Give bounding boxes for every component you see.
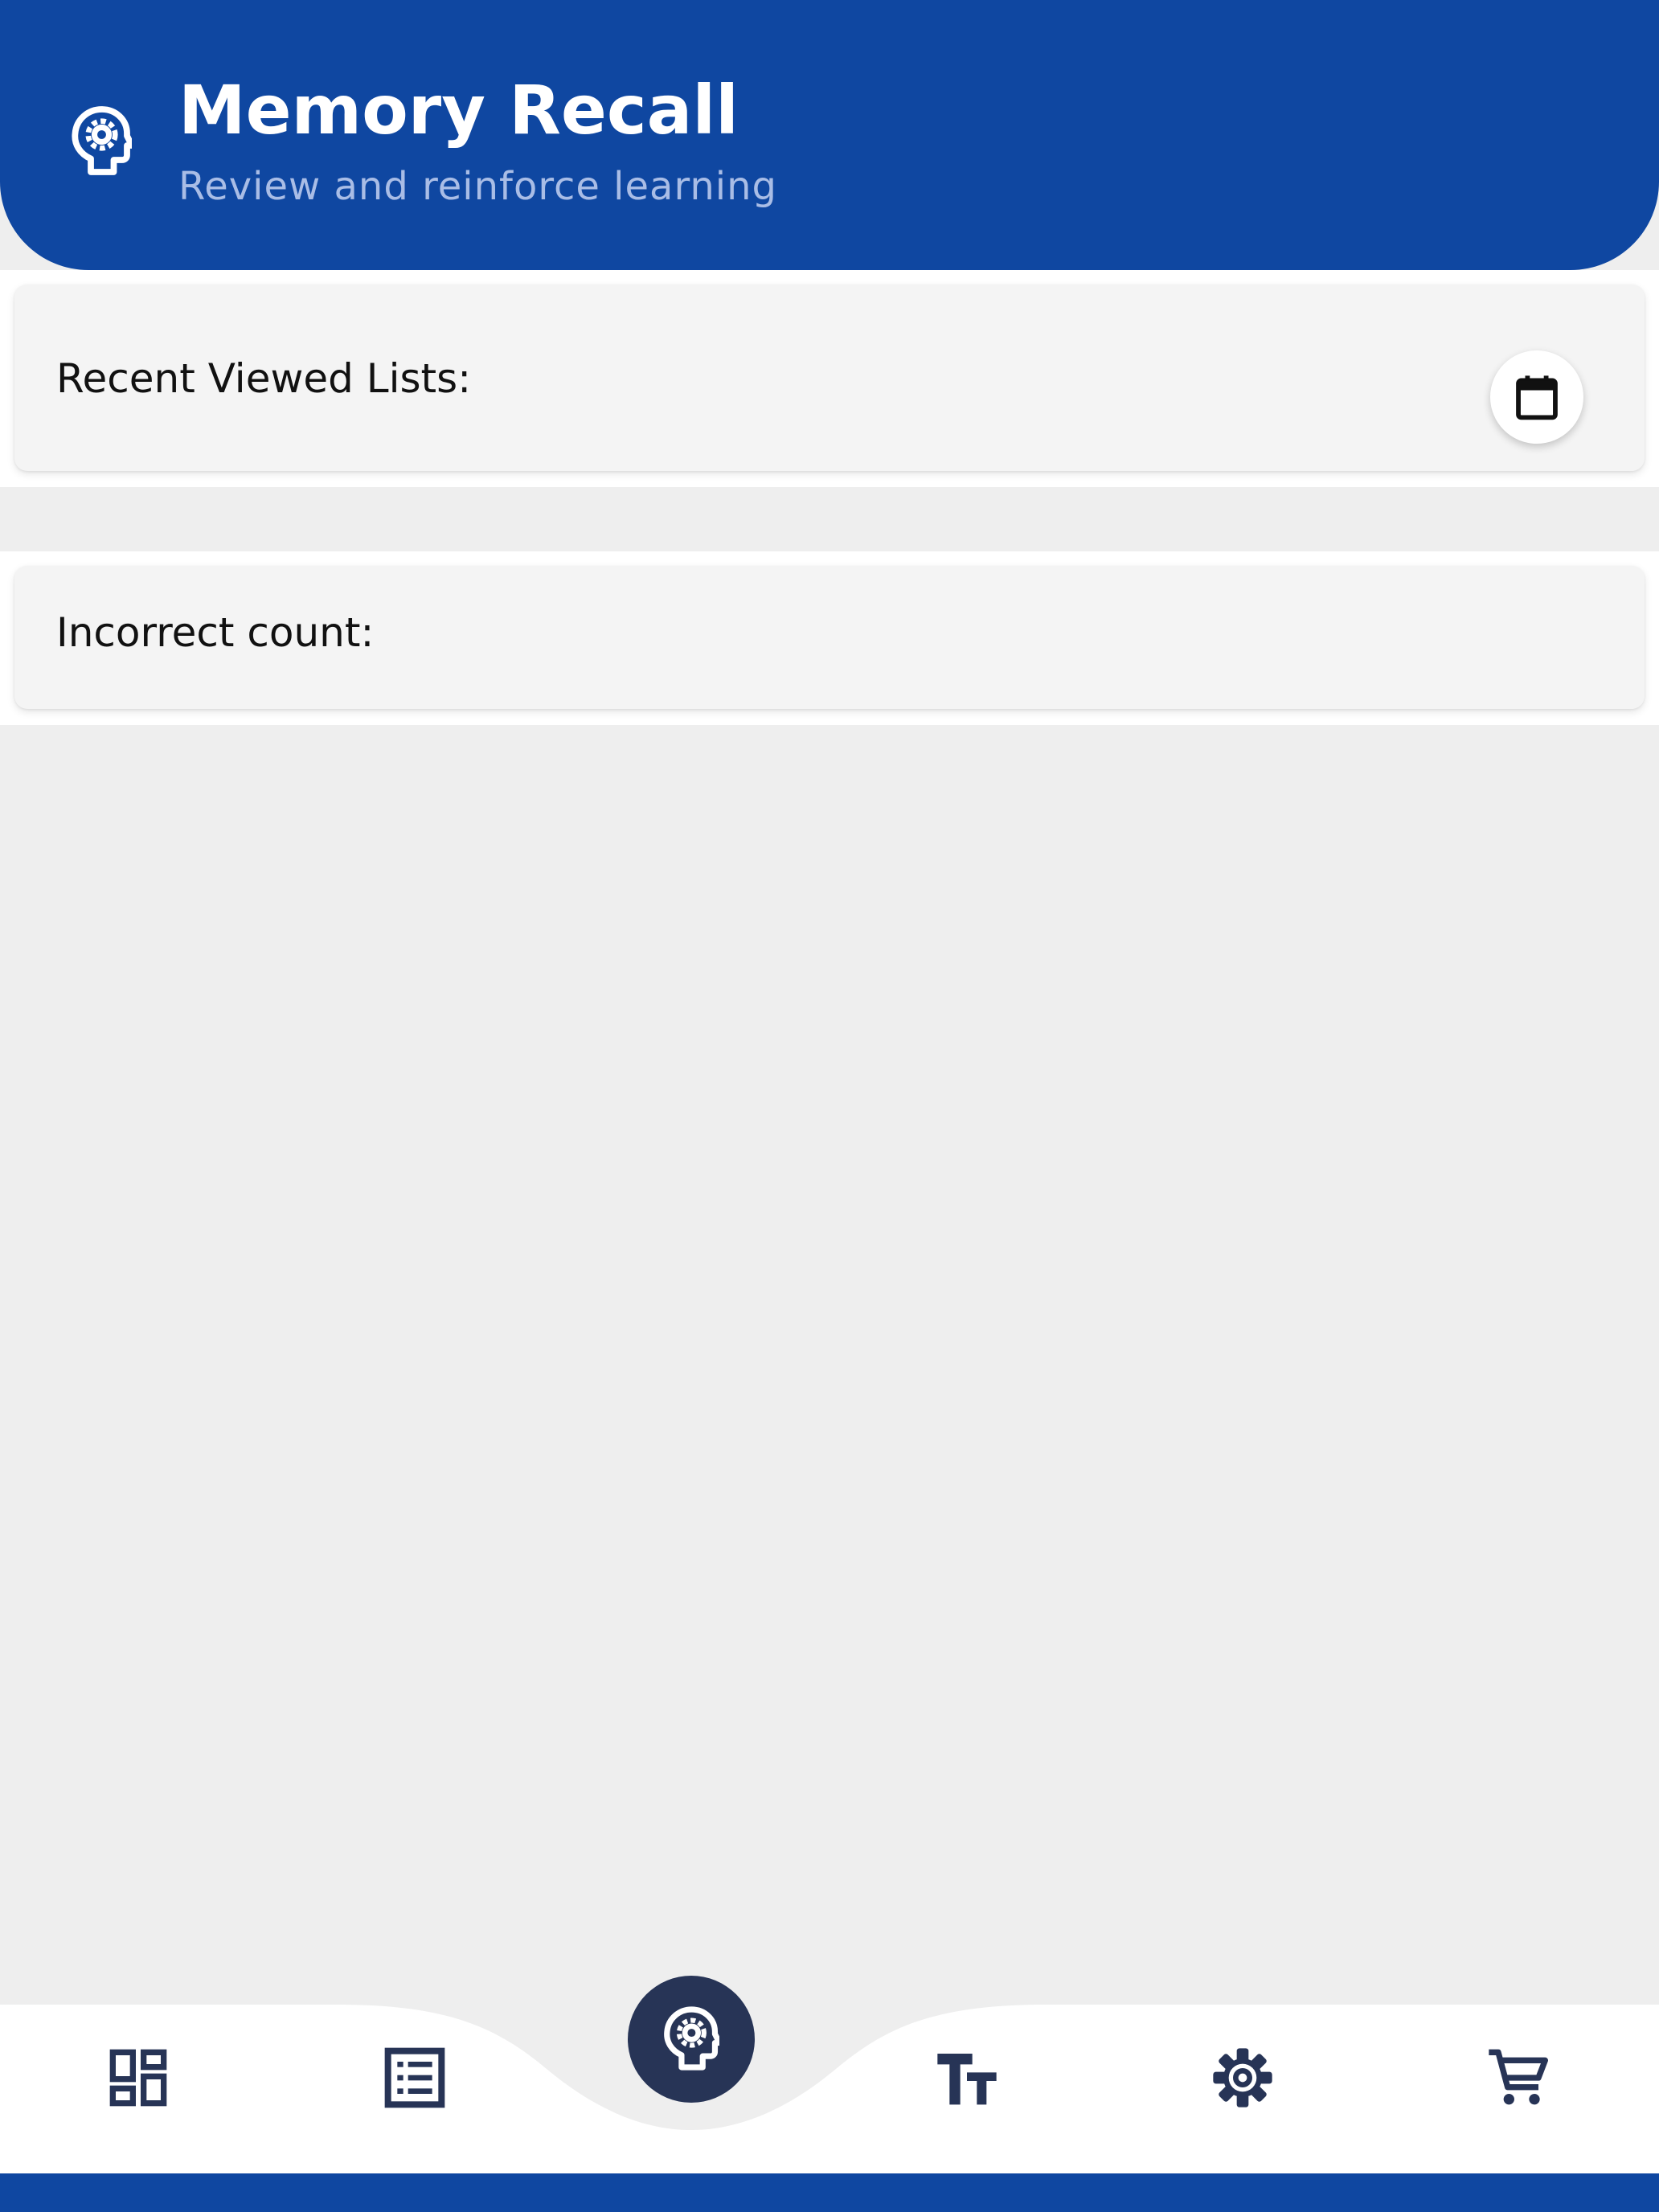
bottom-accent-bar bbox=[0, 2173, 1659, 2212]
incorrect-section: Incorrect count: bbox=[0, 551, 1659, 725]
nav-background bbox=[0, 2005, 1659, 2173]
page-subtitle: Review and reinforce learning bbox=[178, 164, 777, 209]
psychology-head-icon bbox=[664, 2006, 719, 2071]
settings-gear-icon bbox=[1213, 2048, 1272, 2108]
nav-text-size-button[interactable] bbox=[923, 2034, 1011, 2122]
nav-memory-recall-button[interactable] bbox=[628, 1976, 755, 2103]
app-header: Memory Recall Review and reinforce learn… bbox=[0, 0, 1659, 270]
nav-lists-button[interactable] bbox=[371, 2034, 459, 2122]
bottom-navigation bbox=[0, 2005, 1659, 2173]
incorrect-count-label: Incorrect count: bbox=[56, 609, 375, 656]
recent-section: Recent Viewed Lists: bbox=[0, 270, 1659, 487]
list-icon bbox=[384, 2047, 445, 2108]
shopping-cart-icon bbox=[1489, 2049, 1548, 2105]
text-size-icon bbox=[937, 2054, 997, 2105]
incorrect-count-card: Incorrect count: bbox=[14, 566, 1645, 709]
recent-lists-label: Recent Viewed Lists: bbox=[56, 355, 472, 402]
nav-dashboard-button[interactable] bbox=[94, 2034, 182, 2122]
nav-settings-button[interactable] bbox=[1198, 2034, 1287, 2122]
dashboard-icon bbox=[109, 2049, 167, 2107]
calendar-button[interactable] bbox=[1490, 350, 1583, 444]
psychology-head-icon bbox=[72, 106, 132, 175]
nav-cart-button[interactable] bbox=[1474, 2034, 1563, 2122]
calendar-icon bbox=[1516, 375, 1558, 420]
recent-lists-card: Recent Viewed Lists: bbox=[14, 285, 1645, 471]
page-title: Memory Recall bbox=[178, 71, 739, 150]
